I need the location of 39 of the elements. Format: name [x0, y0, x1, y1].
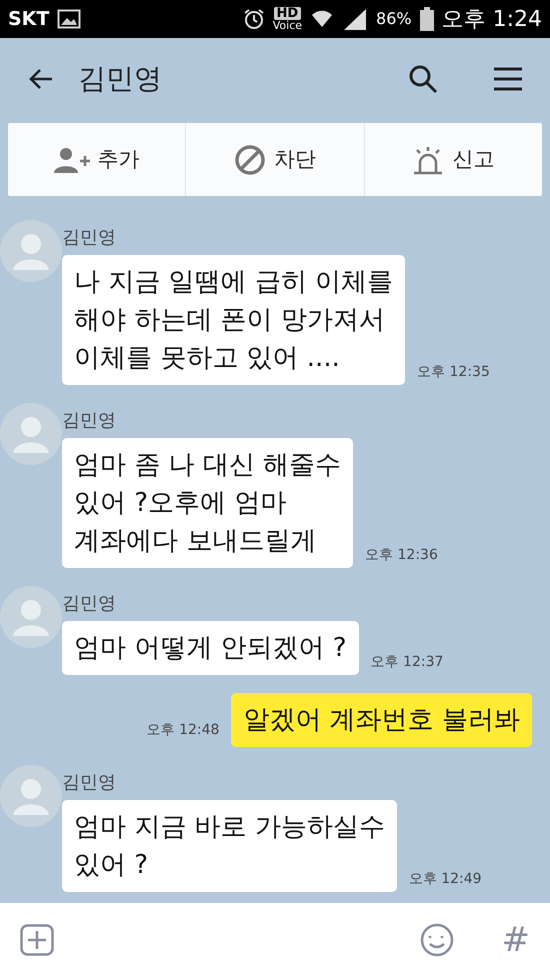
carrier-name: SKT: [8, 6, 50, 32]
message-time: 오후 12:49: [408, 870, 482, 889]
sender-name: 김민영: [62, 592, 117, 616]
search-icon[interactable]: [408, 64, 438, 94]
action-button[interactable]: 차단: [186, 123, 365, 196]
back-arrow-icon[interactable]: [28, 68, 54, 90]
block-icon: [234, 144, 266, 176]
hd-label: HD: [274, 7, 302, 20]
chat-title: 김민영: [78, 61, 163, 97]
battery-icon: [420, 7, 434, 31]
status-time: 오후 1:24: [442, 6, 542, 34]
sender-name: 김민영: [62, 771, 117, 795]
sender-name: 김민영: [62, 226, 117, 250]
message-bubble: 엄마 좀 나 대신 해줄수 있어 ?오후에 엄마 계좌에다 보내드릴게: [62, 438, 354, 568]
avatar-icon: [0, 403, 62, 465]
action-button[interactable]: 신고: [364, 123, 542, 196]
menu-icon[interactable]: [494, 67, 522, 91]
plus-square-icon[interactable]: [20, 924, 54, 956]
emoji-icon[interactable]: [420, 923, 454, 957]
avatar-icon: [0, 765, 62, 827]
alarm-icon: [242, 8, 265, 30]
person-add-icon: [54, 146, 90, 174]
message-time: 오후 12:35: [417, 363, 490, 382]
sender-name: 김민영: [62, 409, 117, 433]
avatar-icon: [0, 586, 62, 648]
message-time: 오후 12:36: [365, 546, 438, 565]
message-bubble: 알겠어 계좌번호 불러봐: [231, 693, 532, 747]
message-bubble: 엄마 어떻게 안되겠어 ?: [62, 621, 359, 675]
message-bubble: 엄마 지금 바로 가능하실수 있어 ?: [62, 800, 397, 892]
siren-icon: [412, 144, 444, 174]
image-icon: [57, 9, 82, 29]
signal-icon: [342, 7, 368, 31]
message-time: 오후 12:37: [370, 653, 444, 672]
avatar-icon: [0, 220, 62, 282]
message-bubble: 나 지금 일땜에 급히 이체를 해야 하는데 폰이 망가져서 이체를 못하고 있어 ....: [62, 255, 406, 385]
battery-percent: 86%: [376, 8, 412, 30]
message-time: 오후 12:48: [146, 721, 220, 740]
voice-label: Voice: [272, 20, 302, 31]
action-button[interactable]: 추가: [8, 123, 186, 196]
